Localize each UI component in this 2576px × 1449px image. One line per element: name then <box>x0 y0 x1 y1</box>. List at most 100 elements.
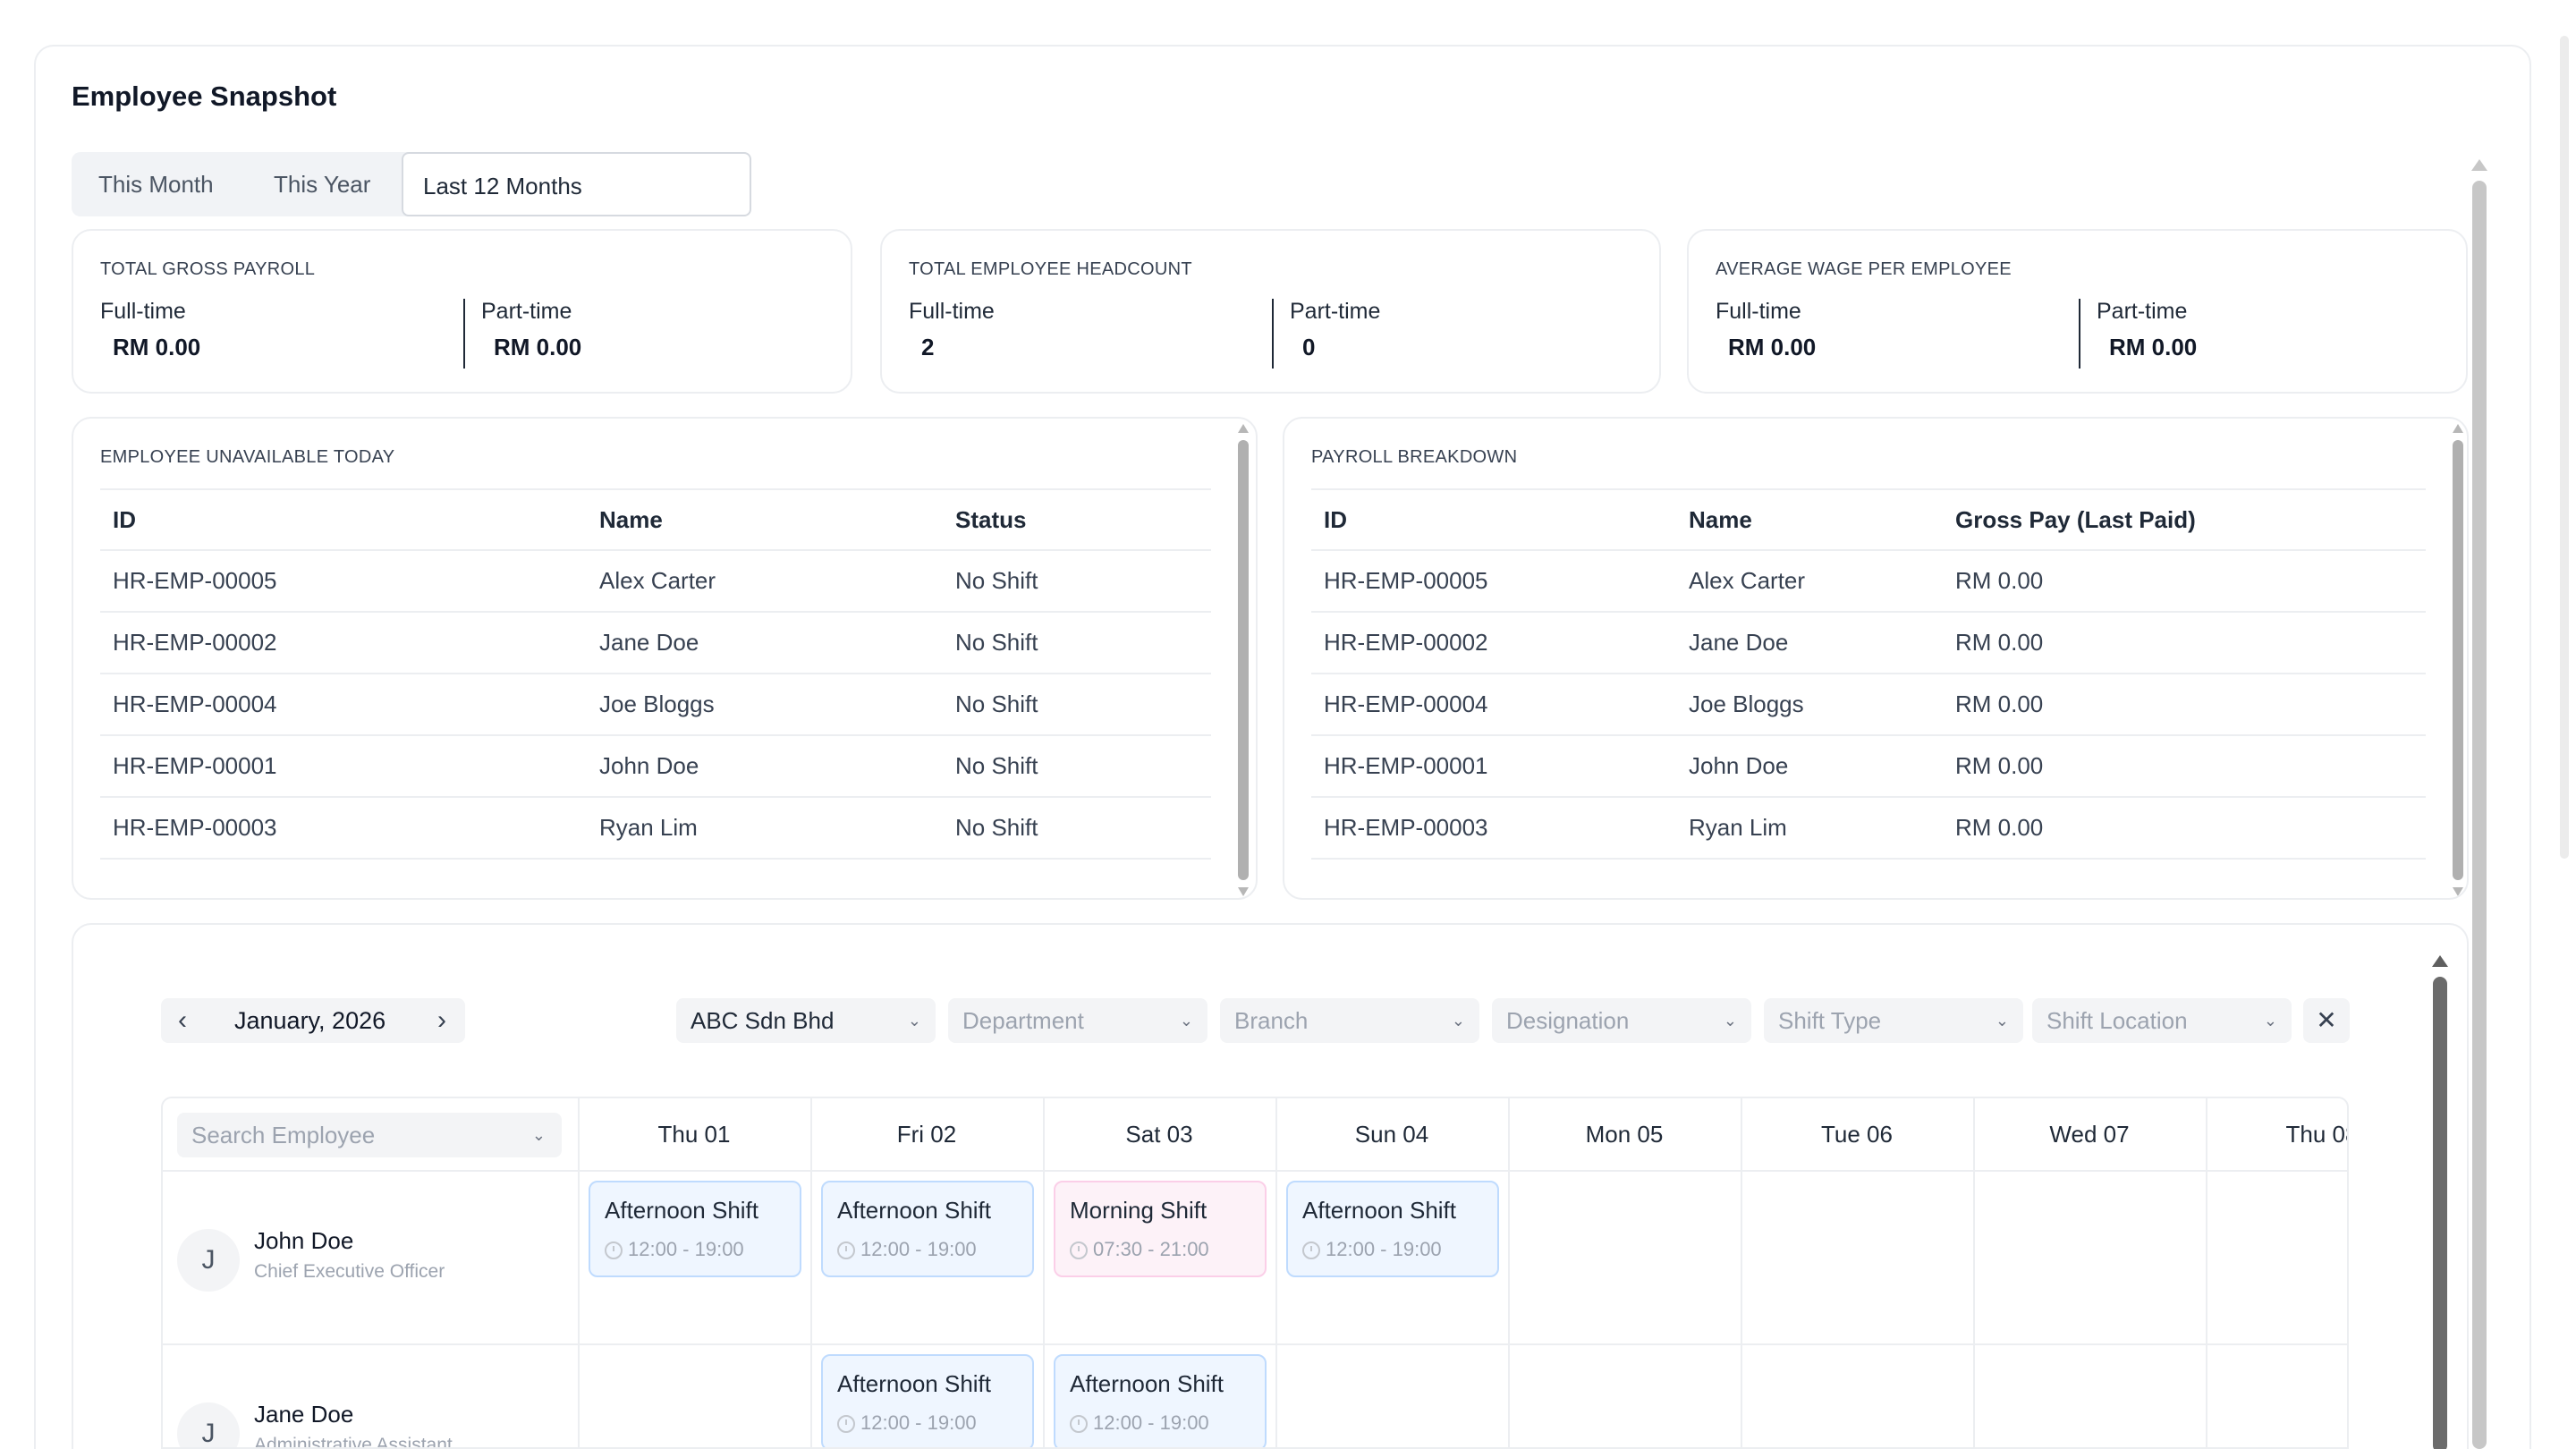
cell-name: Alex Carter <box>1676 550 1943 613</box>
scroll-thumb[interactable] <box>2453 440 2463 880</box>
shift-time: 12:00 - 19:00 <box>1326 1238 1442 1260</box>
unavailable-panel: EMPLOYEE UNAVAILABLE TODAY ID Name Statu… <box>72 417 1258 900</box>
chevron-down-icon: ⌄ <box>907 1012 921 1030</box>
payroll-scrollbar[interactable] <box>2451 419 2465 898</box>
search-employee-input[interactable]: Search Employee ⌄ <box>177 1113 562 1157</box>
scroll-up-icon[interactable] <box>2471 159 2487 171</box>
table-row[interactable]: HR-EMP-00004 Joe Bloggs No Shift <box>100 674 1211 736</box>
stat-heading: AVERAGE WAGE PER EMPLOYEE <box>1716 259 2012 279</box>
table-row[interactable]: HR-EMP-00004 Joe Bloggs RM 0.00 <box>1311 674 2426 736</box>
shift-card[interactable]: Morning Shift 07:30 - 21:00 <box>1054 1181 1267 1277</box>
filter-placeholder: Branch <box>1234 1007 1309 1034</box>
roster-scrollbar[interactable] <box>2429 952 2451 1449</box>
scroll-down-icon[interactable] <box>2453 887 2463 896</box>
cell-id: HR-EMP-00003 <box>100 797 587 860</box>
month-label: January, 2026 <box>234 1007 386 1034</box>
grid-divider <box>163 1343 2347 1345</box>
scroll-up-icon[interactable] <box>1238 424 1249 433</box>
scroll-up-icon[interactable] <box>2453 424 2463 433</box>
cell-id: HR-EMP-00002 <box>1311 612 1676 674</box>
cell-id: HR-EMP-00002 <box>100 612 587 674</box>
chevron-down-icon: ⌄ <box>1723 1012 1737 1030</box>
department-filter[interactable]: Department ⌄ <box>948 998 1208 1043</box>
cell-id: HR-EMP-00005 <box>1311 550 1676 613</box>
shift-location-filter[interactable]: Shift Location ⌄ <box>2032 998 2292 1043</box>
employee-name: Jane Doe <box>254 1401 354 1428</box>
chevron-down-icon: ⌄ <box>1995 1012 2009 1030</box>
cell-gross-pay: RM 0.00 <box>1943 674 2426 736</box>
cell-name: Ryan Lim <box>1676 797 1943 860</box>
scroll-up-icon[interactable] <box>2432 955 2448 967</box>
tab-last-12-months[interactable]: Last 12 Months <box>402 152 751 216</box>
day-header: Sun 04 <box>1354 1121 1429 1148</box>
column-header-name: Name <box>587 488 943 551</box>
designation-filter[interactable]: Designation ⌄ <box>1492 998 1751 1043</box>
table-row[interactable]: HR-EMP-00003 Ryan Lim No Shift <box>100 797 1211 860</box>
shift-card[interactable]: Afternoon Shift 12:00 - 19:00 <box>1286 1181 1499 1277</box>
day-header: Fri 02 <box>896 1121 957 1148</box>
shift-type-filter[interactable]: Shift Type ⌄ <box>1764 998 2023 1043</box>
table-row[interactable]: HR-EMP-00003 Ryan Lim RM 0.00 <box>1311 797 2426 860</box>
chevron-left-icon[interactable]: ‹ <box>165 998 200 1043</box>
unavailable-scrollbar[interactable] <box>1236 419 1250 898</box>
cell-id: HR-EMP-00005 <box>100 550 587 613</box>
shift-card[interactable]: Afternoon Shift 12:00 - 19:00 <box>821 1181 1034 1277</box>
employee-row-header[interactable]: J John Doe Chief Executive Officer <box>177 1220 571 1292</box>
day-header: Sat 03 <box>1125 1121 1193 1148</box>
clear-filters-button[interactable]: ✕ <box>2303 998 2350 1043</box>
employee-role: Chief Executive Officer <box>254 1261 445 1282</box>
shift-time: 07:30 - 21:00 <box>1093 1238 1209 1260</box>
table-row[interactable]: HR-EMP-00002 Jane Doe RM 0.00 <box>1311 612 2426 674</box>
stat-label: Full-time <box>1716 299 1801 324</box>
stat-fulltime: Full-time RM 0.00 <box>1716 299 1816 369</box>
day-header: Thu 08 <box>2285 1121 2347 1148</box>
day-header: Wed 07 <box>2049 1121 2130 1148</box>
stat-value: 0 <box>1302 334 1316 360</box>
table-row[interactable]: HR-EMP-00001 John Doe RM 0.00 <box>1311 735 2426 798</box>
stat-value: RM 0.00 <box>2109 334 2198 360</box>
payroll-panel: PAYROLL BREAKDOWN ID Name Gross Pay (Las… <box>1283 417 2469 900</box>
scroll-thumb[interactable] <box>1238 440 1249 880</box>
cell-status: No Shift <box>943 674 1211 736</box>
scroll-thumb[interactable] <box>2472 181 2487 1449</box>
shift-card[interactable]: Afternoon Shift 12:00 - 19:00 <box>1054 1354 1267 1447</box>
table-row[interactable]: HR-EMP-00001 John Doe No Shift <box>100 735 1211 798</box>
stat-label: Full-time <box>909 299 995 324</box>
clock-icon <box>837 1415 855 1433</box>
stat-label: Part-time <box>481 299 572 324</box>
branch-filter[interactable]: Branch ⌄ <box>1220 998 1479 1043</box>
cell-status: No Shift <box>943 612 1211 674</box>
shift-card[interactable]: Afternoon Shift 12:00 - 19:00 <box>821 1354 1034 1447</box>
day-header: Thu 01 <box>657 1121 731 1148</box>
search-placeholder: Search Employee <box>191 1122 376 1148</box>
cell-name: Alex Carter <box>587 550 943 613</box>
shift-card[interactable]: Afternoon Shift 12:00 - 19:00 <box>589 1181 801 1277</box>
table-row[interactable]: HR-EMP-00005 Alex Carter No Shift <box>100 550 1211 613</box>
stat-card-headcount: TOTAL EMPLOYEE HEADCOUNT Full-time 2 Par… <box>880 229 1661 394</box>
scroll-down-icon[interactable] <box>1238 887 1249 896</box>
snapshot-scrollbar[interactable] <box>2469 154 2490 1449</box>
employee-row-header[interactable]: J Jane Doe Administrative Assistant <box>177 1394 571 1447</box>
table-row[interactable]: HR-EMP-00002 Jane Doe No Shift <box>100 612 1211 674</box>
clock-icon <box>837 1241 855 1259</box>
close-icon: ✕ <box>2316 1006 2337 1034</box>
cell-status: No Shift <box>943 797 1211 860</box>
cell-id: HR-EMP-00001 <box>100 735 587 798</box>
table-row[interactable]: HR-EMP-00005 Alex Carter RM 0.00 <box>1311 550 2426 613</box>
column-header-status: Status <box>943 488 1211 551</box>
unavailable-table: ID Name Status HR-EMP-00005 Alex Carter No… <box>100 488 1211 860</box>
panel-heading: EMPLOYEE UNAVAILABLE TODAY <box>100 447 395 467</box>
window-scrollbar[interactable] <box>2560 36 2569 859</box>
avatar: J <box>177 1229 240 1292</box>
filter-placeholder: Department <box>962 1007 1084 1034</box>
tab-this-month[interactable]: This Month <box>98 152 214 216</box>
shift-time: 12:00 - 19:00 <box>860 1411 977 1434</box>
company-filter[interactable]: ABC Sdn Bhd ⌄ <box>676 998 936 1043</box>
column-header-id: ID <box>100 488 587 551</box>
stat-label: Full-time <box>100 299 186 324</box>
scroll-thumb[interactable] <box>2433 977 2447 1449</box>
page-title: Employee Snapshot <box>72 80 337 112</box>
panel-heading: PAYROLL BREAKDOWN <box>1311 447 1518 467</box>
chevron-right-icon[interactable]: › <box>424 998 460 1043</box>
tab-this-year[interactable]: This Year <box>274 152 370 216</box>
